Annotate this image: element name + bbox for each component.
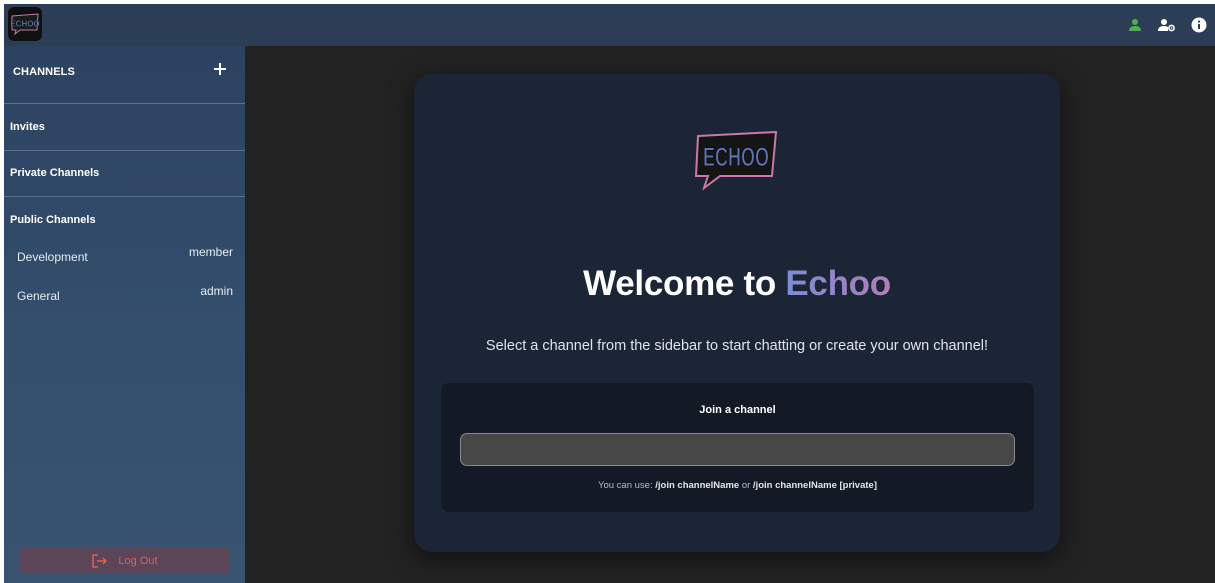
sidebar-header: CHANNELS — [4, 46, 245, 104]
sidebar-title: CHANNELS — [13, 66, 75, 78]
join-channel-title: Join a channel — [699, 404, 776, 416]
welcome-prefix: Welcome to — [583, 264, 786, 303]
echoo-logo-icon: ECHOO — [694, 130, 778, 191]
logout-label: Log Out — [118, 555, 158, 567]
app-logo-text: ECHOO — [10, 20, 39, 29]
channel-name: Development — [17, 250, 88, 264]
join-hint: You can use: /join channelName or /join … — [441, 480, 1034, 491]
channel-item-general[interactable]: General admin — [4, 282, 245, 318]
logout-icon — [92, 554, 108, 568]
hint-command-private: /join channelName [private] — [752, 480, 877, 491]
hint-command-public: /join channelName — [655, 480, 740, 491]
welcome-subtitle: Select a channel from the sidebar to sta… — [485, 338, 989, 354]
hint-prefix: You can use: — [598, 480, 656, 491]
app-logo[interactable]: ECHOO — [8, 7, 42, 41]
join-channel-input[interactable] — [460, 433, 1015, 466]
hint-separator: or — [739, 480, 753, 491]
sidebar: CHANNELS Invites Private Channels Public… — [4, 46, 245, 583]
channel-role: member — [188, 245, 233, 259]
sidebar-item-invites[interactable]: Invites — [4, 105, 245, 151]
user-settings-icon[interactable] — [1151, 4, 1183, 46]
channel-name: General — [17, 289, 60, 303]
add-channel-button[interactable] — [211, 60, 229, 78]
welcome-card: ECHOO Welcome to Echoo Select a channel … — [414, 74, 1060, 552]
welcome-brand: Echoo — [785, 264, 891, 303]
top-bar: ECHOO — [4, 4, 1215, 46]
channel-role: admin — [200, 284, 233, 298]
sidebar-item-label: Private Channels — [10, 167, 100, 179]
logout-button[interactable]: Log Out — [20, 548, 230, 574]
card-logo-text: ECHOO — [703, 142, 769, 172]
app-window: ECHOO CHANNELS Invites Private Channels … — [4, 4, 1215, 583]
public-channels-heading: Public Channels — [10, 214, 96, 226]
sidebar-item-label: Invites — [10, 121, 45, 133]
channel-item-development[interactable]: Development member — [4, 242, 245, 278]
user-icon[interactable] — [1119, 4, 1151, 46]
info-icon[interactable] — [1183, 4, 1215, 46]
join-channel-panel: Join a channel You can use: /join channe… — [441, 383, 1034, 512]
welcome-heading: Welcome to Echoo — [414, 264, 1060, 304]
sidebar-item-private-channels[interactable]: Private Channels — [4, 151, 245, 197]
echoo-logo-icon: ECHOO — [10, 13, 40, 35]
plus-icon — [214, 63, 226, 75]
top-icon-group — [1119, 4, 1215, 46]
